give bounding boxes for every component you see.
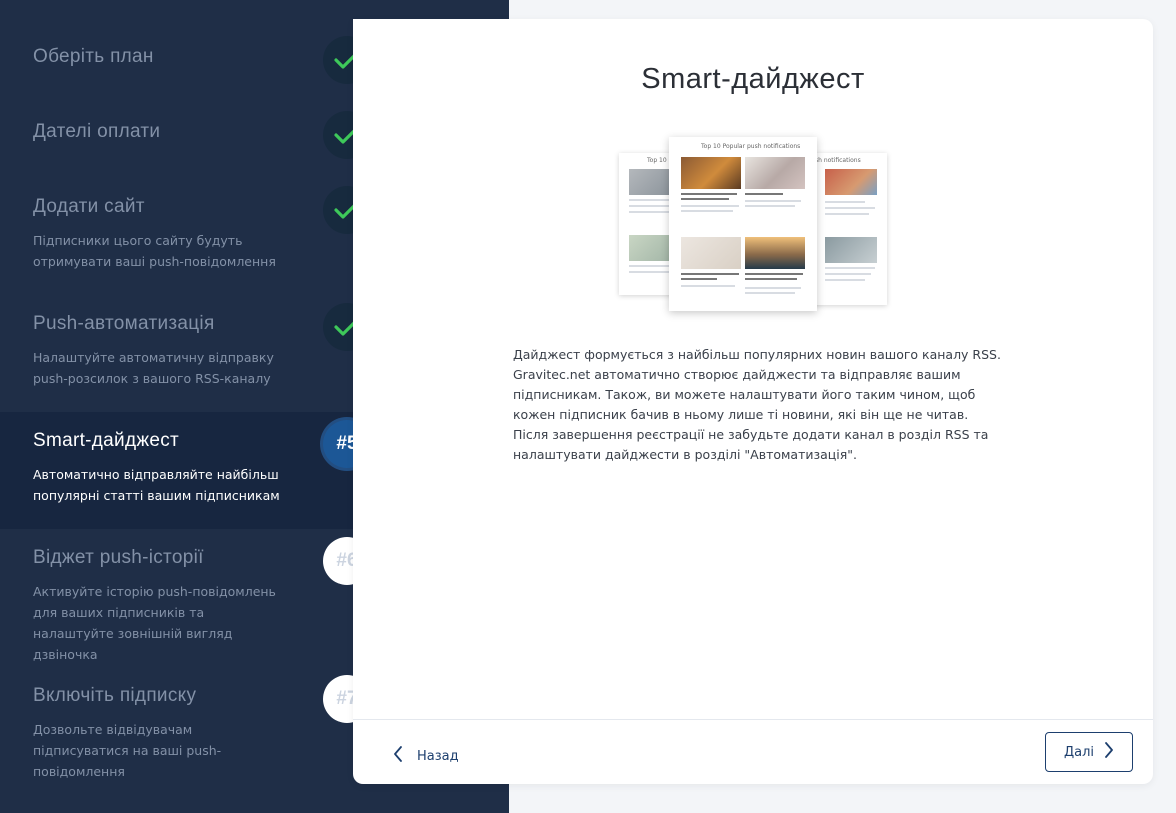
chevron-left-icon: [393, 746, 403, 766]
digest-description: Дайджест формується з найбільш популярни…: [513, 347, 1001, 462]
step-description: Активуйте історію push-повідомлень для в…: [33, 584, 276, 662]
step-description: Налаштуйте автоматичну відправку push-ро…: [33, 350, 274, 386]
step-title: Smart-дайджест: [33, 430, 180, 451]
step-add-site[interactable]: Додати сайт Підписники цього сайту будут…: [0, 170, 353, 287]
step-enable-subscription[interactable]: Включіть підписку Дозвольте відвідувачам…: [0, 669, 353, 779]
page-title: Smart-дайджест: [641, 63, 865, 95]
step-description: Підписники цього сайту будуть отримувати…: [33, 233, 276, 269]
step-title: Дателі оплати: [33, 121, 161, 142]
back-button[interactable]: Назад: [393, 741, 459, 771]
step-payment-details[interactable]: Дателі оплати: [0, 95, 353, 170]
step-push-history-widget[interactable]: Віджет push-історії Активуйте історію pu…: [0, 529, 353, 669]
content-card: Smart-дайджест Top 10 Po r push notifica…: [353, 19, 1153, 784]
next-button[interactable]: Далі: [1045, 732, 1133, 772]
step-smart-digest[interactable]: Smart-дайджест Автоматично відправляйте …: [0, 412, 353, 529]
step-description: Дозвольте відвідувачам підписуватися на …: [33, 722, 222, 779]
digest-preview-front-title: Top 10 Popular push notifications: [701, 143, 801, 150]
step-title: Push-автоматизація: [33, 313, 215, 334]
digest-preview-image: Top 10 Po r push notifications Top 10 Po…: [619, 135, 889, 313]
step-title: Включіть підписку: [33, 685, 197, 706]
step-push-automation[interactable]: Push-автоматизація Налаштуйте автоматичн…: [0, 287, 353, 404]
footer-divider: [353, 719, 1153, 720]
step-title: Віджет push-історії: [33, 547, 204, 568]
step-choose-plan[interactable]: Оберіть план: [0, 20, 353, 95]
back-button-label: Назад: [417, 748, 459, 764]
article-thumbnail: [681, 157, 741, 189]
step-description: Автоматично відправляйте найбільш популя…: [33, 467, 280, 503]
next-button-label: Далі: [1063, 744, 1095, 760]
chevron-right-icon: [1104, 742, 1114, 762]
article-thumbnail: [745, 237, 805, 269]
article-thumbnail: [681, 237, 741, 269]
step-title: Оберіть план: [33, 46, 154, 67]
article-thumbnail: [745, 157, 805, 189]
step-title: Додати сайт: [33, 196, 145, 217]
digest-preview-front-sheet: Top 10 Popular push notifications: [669, 137, 817, 311]
